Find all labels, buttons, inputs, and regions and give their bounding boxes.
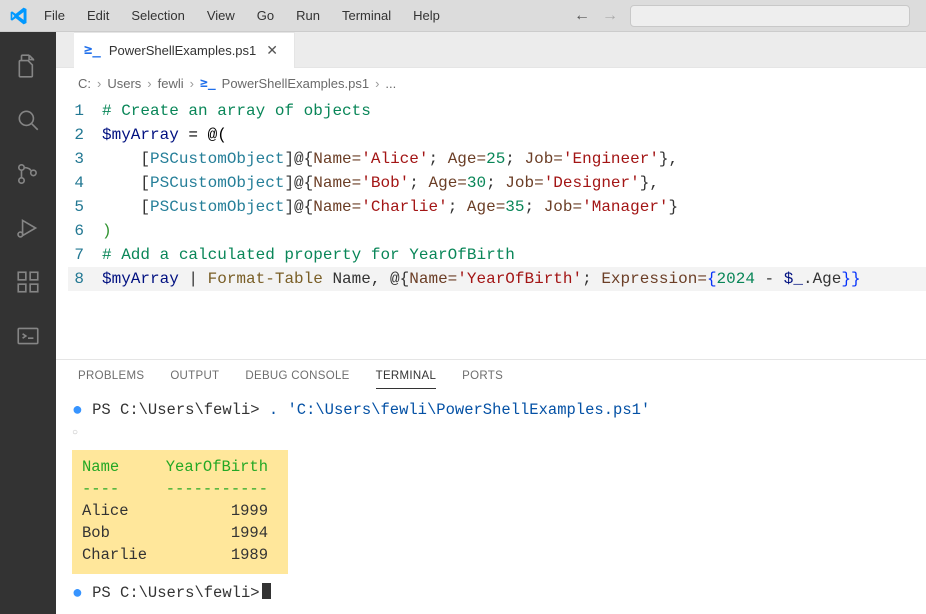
extensions-icon[interactable]	[4, 258, 52, 306]
status-dot-icon: ●	[72, 584, 83, 604]
powershell-file-icon: ≥_	[84, 42, 101, 58]
tab-label: PowerShellExamples.ps1	[109, 43, 256, 58]
terminal-output-highlight: Name YearOfBirth ---- ----------- Alice …	[72, 450, 288, 574]
close-icon[interactable]: ✕	[264, 42, 280, 59]
menu-edit[interactable]: Edit	[77, 4, 119, 27]
menu-run[interactable]: Run	[286, 4, 330, 27]
menu-selection[interactable]: Selection	[121, 4, 194, 27]
menu-terminal[interactable]: Terminal	[332, 4, 401, 27]
breadcrumb[interactable]: C:› Users› fewli› ≥_PowerShellExamples.p…	[56, 68, 926, 99]
menu-bar: File Edit Selection View Go Run Terminal…	[0, 0, 926, 32]
menu-view[interactable]: View	[197, 4, 245, 27]
source-control-icon[interactable]	[4, 150, 52, 198]
nav-forward-icon[interactable]: →	[602, 7, 618, 25]
menu-help[interactable]: Help	[403, 4, 450, 27]
explorer-icon[interactable]	[4, 42, 52, 90]
activity-bar	[0, 32, 56, 614]
terminal[interactable]: ● PS C:\Users\fewli> . 'C:\Users\fewli\P…	[56, 389, 926, 614]
vscode-logo-icon	[6, 3, 32, 29]
run-debug-icon[interactable]	[4, 204, 52, 252]
command-center-search[interactable]	[630, 5, 910, 27]
terminal-cursor	[262, 583, 271, 599]
code-editor[interactable]: 1# Create an array of objects 2$myArray …	[56, 99, 926, 291]
panel-tab-output[interactable]: OUTPUT	[170, 370, 219, 389]
panel-tab-problems[interactable]: PROBLEMS	[78, 370, 144, 389]
editor-tabs: ≥_ PowerShellExamples.ps1 ✕	[56, 32, 926, 68]
bottom-panel: PROBLEMS OUTPUT DEBUG CONSOLE TERMINAL P…	[56, 359, 926, 614]
panel-tab-debug[interactable]: DEBUG CONSOLE	[245, 370, 349, 389]
nav-back-icon[interactable]: ←	[574, 7, 590, 25]
status-dot-icon: ●	[72, 401, 83, 421]
panel-tab-terminal[interactable]: TERMINAL	[376, 370, 437, 389]
tab-powershellexamples[interactable]: ≥_ PowerShellExamples.ps1 ✕	[74, 32, 295, 68]
terminal-panel-icon[interactable]	[4, 312, 52, 360]
panel-tab-ports[interactable]: PORTS	[462, 370, 503, 389]
search-icon[interactable]	[4, 96, 52, 144]
menu-go[interactable]: Go	[247, 4, 284, 27]
menu-file[interactable]: File	[34, 4, 75, 27]
status-dot-icon: ○	[72, 428, 78, 439]
